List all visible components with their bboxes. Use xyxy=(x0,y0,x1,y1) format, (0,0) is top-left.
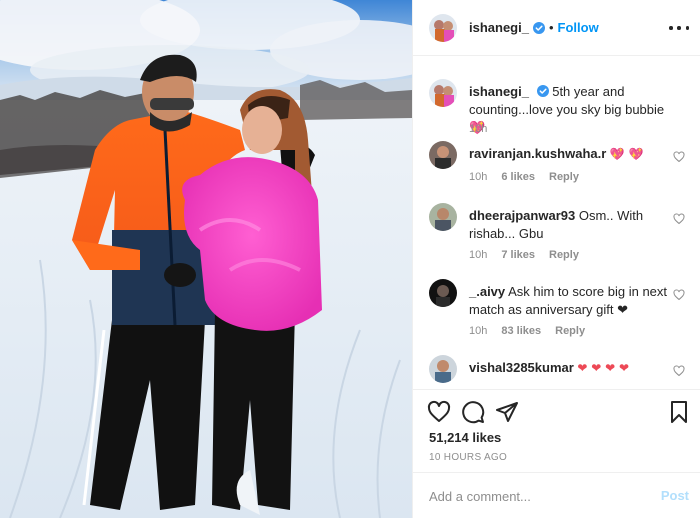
comment-text: ❤ ❤ ❤ ❤ xyxy=(577,361,630,375)
save-bookmark-icon[interactable] xyxy=(667,400,691,424)
verified-badge-icon xyxy=(536,85,549,97)
comment-username[interactable]: _.aivy xyxy=(469,284,505,299)
comment-username[interactable]: vishal3285kumar xyxy=(469,360,574,375)
comment-meta: 10h 83 likes Reply xyxy=(469,325,585,337)
author-username[interactable]: ishanegi_ xyxy=(469,20,529,35)
reply-button[interactable]: Reply xyxy=(549,249,579,261)
avatar-image xyxy=(429,279,457,307)
comment-likes[interactable]: 7 likes xyxy=(501,249,535,261)
avatar-image xyxy=(429,79,457,107)
add-comment-input[interactable] xyxy=(429,485,639,507)
caption-username[interactable]: ishanegi_ xyxy=(469,84,529,99)
reply-button[interactable]: Reply xyxy=(549,171,579,183)
follow-button[interactable]: Follow xyxy=(558,20,599,35)
caption-body: ishanegi_ 5th year and counting...love y… xyxy=(469,83,677,137)
comment-body: _.aivy Ask him to score big in next matc… xyxy=(469,283,677,319)
post-timestamp[interactable]: 10 HOURS AGO xyxy=(429,452,507,463)
comment-body: vishal3285kumar ❤ ❤ ❤ ❤ xyxy=(469,359,677,377)
post-comment-button[interactable]: Post xyxy=(661,488,689,503)
caption-item: ishanegi_ 5th year and counting...love y… xyxy=(429,79,685,139)
more-options-icon[interactable] xyxy=(669,20,689,36)
comment-username[interactable]: raviranjan.kushwaha.r xyxy=(469,146,606,161)
comment-text: 💖 💖 xyxy=(609,147,644,161)
post-header: ishanegi_ • Follow xyxy=(413,0,700,56)
share-paper-plane-icon[interactable] xyxy=(495,400,519,424)
verified-badge-icon xyxy=(532,21,545,34)
comment-meta: 10h 6 likes Reply xyxy=(469,171,579,183)
commenter-avatar[interactable] xyxy=(429,141,457,169)
comment-time[interactable]: 10h xyxy=(469,249,487,261)
reply-button[interactable]: Reply xyxy=(555,325,585,337)
caption-meta: 10h xyxy=(469,123,487,135)
avatar-image xyxy=(429,13,457,42)
comment-likes[interactable]: 6 likes xyxy=(501,171,535,183)
post-side-panel: ishanegi_ • Follow ishanegi_ 5th year an… xyxy=(412,0,700,518)
comment-username[interactable]: dheerajpanwar93 xyxy=(469,208,575,223)
comment-item: _.aivy Ask him to score big in next matc… xyxy=(429,279,685,345)
comment-meta: 10h 7 likes Reply xyxy=(469,249,579,261)
separator-dot: • xyxy=(548,20,554,35)
avatar-image xyxy=(429,355,457,383)
couple-snow-photo xyxy=(0,0,412,518)
comment-time[interactable]: 10h xyxy=(469,171,487,183)
comment-item: dheerajpanwar93 Osm.. With rishab... Gbu… xyxy=(429,203,685,269)
caption-time[interactable]: 10h xyxy=(469,123,487,135)
instagram-post: ishanegi_ • Follow ishanegi_ 5th year an… xyxy=(0,0,700,518)
author-avatar[interactable] xyxy=(429,13,457,42)
comment-item: vishal3285kumar ❤ ❤ ❤ ❤ xyxy=(429,355,685,389)
comment-body: raviranjan.kushwaha.r 💖 💖 xyxy=(469,145,677,163)
post-photo[interactable] xyxy=(0,0,412,518)
like-comment-heart-icon[interactable] xyxy=(673,365,685,377)
more-dot xyxy=(677,26,681,30)
comment-body: dheerajpanwar93 Osm.. With rishab... Gbu xyxy=(469,207,677,243)
commenter-avatar[interactable] xyxy=(429,203,457,231)
more-dot xyxy=(685,26,689,30)
add-comment-bar: Post xyxy=(413,472,700,518)
comment-time[interactable]: 10h xyxy=(469,325,487,337)
commenter-avatar[interactable] xyxy=(429,355,457,383)
like-comment-heart-icon[interactable] xyxy=(673,289,685,301)
avatar-image xyxy=(429,203,457,231)
post-actions: 51,214 likes 10 HOURS AGO xyxy=(413,389,700,472)
likes-count[interactable]: 51,214 likes xyxy=(429,430,501,445)
more-dot xyxy=(669,26,673,30)
commenter-avatar[interactable] xyxy=(429,279,457,307)
caption-avatar[interactable] xyxy=(429,79,457,107)
like-heart-icon[interactable] xyxy=(427,400,451,424)
comments-list[interactable]: ishanegi_ 5th year and counting...love y… xyxy=(413,57,700,389)
like-comment-heart-icon[interactable] xyxy=(673,213,685,225)
comment-likes[interactable]: 83 likes xyxy=(501,325,541,337)
avatar-image xyxy=(429,141,457,169)
comment-bubble-icon[interactable] xyxy=(461,400,485,424)
comment-item: raviranjan.kushwaha.r 💖 💖 10h 6 likes Re… xyxy=(429,141,685,191)
like-comment-heart-icon[interactable] xyxy=(673,151,685,163)
